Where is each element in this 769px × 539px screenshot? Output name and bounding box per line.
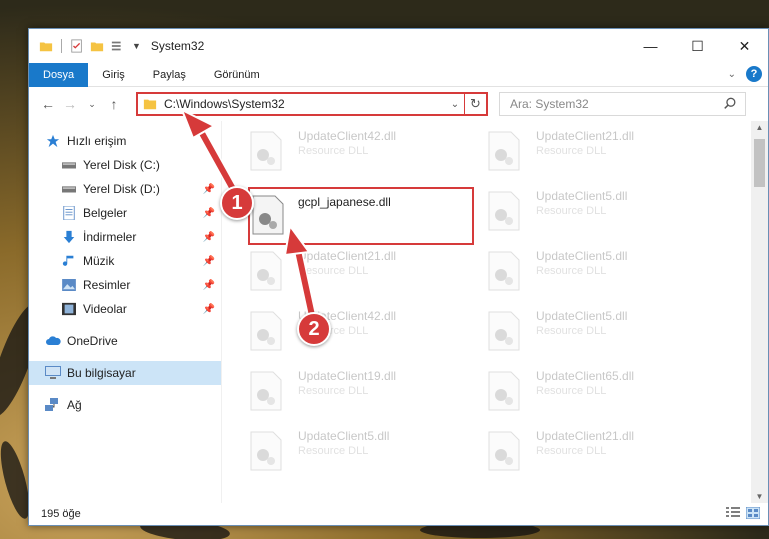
arrow-to-address-bar	[180, 107, 243, 203]
annotation-arrows	[180, 107, 318, 325]
arrow-to-dll-file	[283, 223, 318, 325]
step-badge-1: 1	[220, 186, 254, 220]
step-badge-2: 2	[297, 312, 331, 346]
